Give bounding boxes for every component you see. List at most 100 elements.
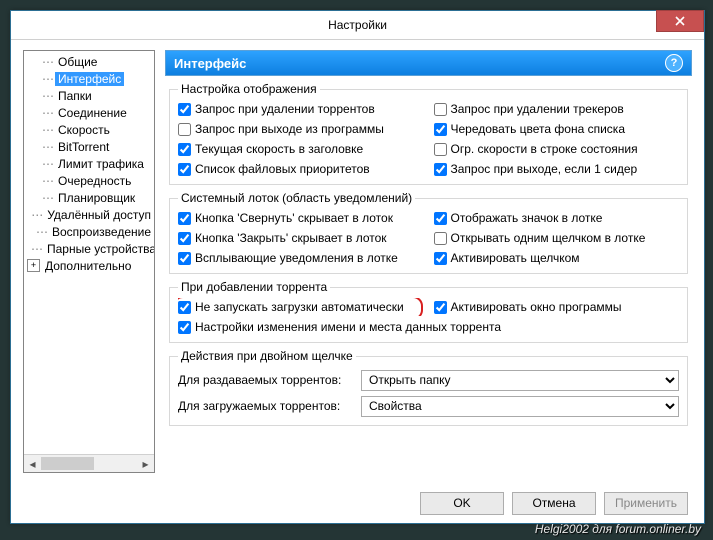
sidebar-item-10[interactable]: ⋯Воспроизведение	[24, 223, 154, 240]
sidebar-item-label: Планировщик	[55, 191, 138, 205]
group-add-torrent: При добавлении торрента Не запускать заг…	[169, 280, 688, 343]
checkbox-label[interactable]: Отображать значок в лотке	[451, 211, 603, 225]
sidebar-item-6[interactable]: ⋯Лимит трафика	[24, 155, 154, 172]
sidebar-item-label: Папки	[55, 89, 95, 103]
dblclick-select-1[interactable]: Свойства	[361, 396, 679, 417]
sidebar-item-label: Лимит трафика	[55, 157, 147, 171]
sidebar-item-0[interactable]: ⋯Общие	[24, 53, 154, 70]
close-icon	[675, 16, 685, 26]
checkbox[interactable]	[178, 252, 191, 265]
checkbox[interactable]	[178, 232, 191, 245]
category-sidebar: ⋯Общие⋯Интерфейс⋯Папки⋯Соединение⋯Скорос…	[23, 50, 155, 473]
dblclick-select-0[interactable]: Открыть папку	[361, 370, 679, 391]
checkbox[interactable]	[434, 123, 447, 136]
checkbox[interactable]	[178, 321, 191, 334]
checkbox-label[interactable]: Запрос при удалении торрентов	[195, 102, 375, 116]
settings-window: Настройки ⋯Общие⋯Интерфейс⋯Папки⋯Соедине…	[10, 10, 705, 524]
checkbox-label[interactable]: Список файловых приоритетов	[195, 162, 370, 176]
sidebar-item-label: Парные устройства	[44, 242, 154, 256]
scroll-thumb[interactable]	[41, 457, 94, 470]
tree-line-icon: ⋯	[42, 174, 53, 188]
expand-icon[interactable]: +	[27, 259, 40, 272]
checkbox[interactable]	[178, 301, 191, 314]
dblclick-label: Для загружаемых торрентов:	[178, 399, 353, 413]
tree-branch-icon	[27, 174, 40, 187]
sidebar-item-3[interactable]: ⋯Соединение	[24, 104, 154, 121]
sidebar-item-12[interactable]: +Дополнительно	[24, 257, 154, 274]
tree-branch-icon	[27, 242, 29, 255]
group-display: Настройка отображения Запрос при удалени…	[169, 82, 688, 185]
checkbox-label[interactable]: Огр. скорости в строке состояния	[451, 142, 638, 156]
checkbox[interactable]	[434, 163, 447, 176]
sidebar-item-2[interactable]: ⋯Папки	[24, 87, 154, 104]
checkbox-label[interactable]: Кнопка 'Закрыть' скрывает в лоток	[195, 231, 387, 245]
checkbox[interactable]	[434, 232, 447, 245]
checkbox-label[interactable]: Активировать щелчком	[451, 251, 580, 265]
sidebar-item-label: Воспроизведение	[49, 225, 154, 239]
sidebar-item-5[interactable]: ⋯BitTorrent	[24, 138, 154, 155]
checkbox-label[interactable]: Настройки изменения имени и места данных…	[195, 320, 501, 334]
checkbox[interactable]	[434, 103, 447, 116]
sidebar-item-7[interactable]: ⋯Очередность	[24, 172, 154, 189]
scroll-left-arrow[interactable]: ◂	[24, 455, 41, 472]
tree-branch-icon	[27, 208, 29, 221]
group-add-legend: При добавлении торрента	[178, 280, 330, 294]
checkbox[interactable]	[178, 123, 191, 136]
tree-line-icon: ⋯	[42, 55, 53, 69]
checkbox-row: Активировать окно программы	[434, 298, 680, 316]
apply-button[interactable]: Применить	[604, 492, 688, 515]
checkbox-row: Отображать значок в лотке	[434, 209, 680, 227]
checkbox[interactable]	[434, 252, 447, 265]
sidebar-item-9[interactable]: ⋯Удалённый доступ	[24, 206, 154, 223]
close-button[interactable]	[656, 10, 704, 32]
tree-line-icon: ⋯	[42, 123, 53, 137]
sidebar-item-label: BitTorrent	[55, 140, 112, 154]
checkbox[interactable]	[178, 143, 191, 156]
sidebar-horizontal-scrollbar[interactable]: ◂ ▸	[24, 454, 154, 472]
checkbox-label[interactable]: Не запускать загрузки автоматически	[195, 300, 404, 314]
checkbox-label[interactable]: Кнопка 'Свернуть' скрывает в лоток	[195, 211, 393, 225]
tree-line-icon: ⋯	[36, 225, 47, 239]
checkbox-label[interactable]: Чередовать цвета фона списка	[451, 122, 626, 136]
sidebar-item-label: Общие	[55, 55, 100, 69]
checkbox-label[interactable]: Запрос при выходе из программы	[195, 122, 384, 136]
checkbox[interactable]	[178, 212, 191, 225]
checkbox-row: Список файловых приоритетов	[178, 160, 424, 178]
group-tray-legend: Системный лоток (область уведомлений)	[178, 191, 415, 205]
checkbox-label[interactable]: Запрос при удалении трекеров	[451, 102, 624, 116]
tree-branch-icon	[27, 106, 40, 119]
tree-line-icon: ⋯	[42, 106, 53, 120]
checkbox-row: Огр. скорости в строке состояния	[434, 140, 680, 158]
tree-line-icon: ⋯	[42, 191, 53, 205]
sidebar-item-label: Дополнительно	[42, 259, 134, 273]
help-icon[interactable]: ?	[665, 54, 683, 72]
checkbox-label[interactable]: Активировать окно программы	[451, 300, 622, 314]
group-display-legend: Настройка отображения	[178, 82, 320, 96]
checkbox-label[interactable]: Текущая скорость в заголовке	[195, 142, 363, 156]
checkbox[interactable]	[178, 103, 191, 116]
checkbox-row: Текущая скорость в заголовке	[178, 140, 424, 158]
dblclick-row: Для загружаемых торрентов: Свойства	[178, 393, 679, 419]
tree-branch-icon	[27, 225, 34, 238]
scroll-right-arrow[interactable]: ▸	[137, 455, 154, 472]
checkbox-label[interactable]: Открывать одним щелчком в лотке	[451, 231, 646, 245]
sidebar-item-8[interactable]: ⋯Планировщик	[24, 189, 154, 206]
cancel-button[interactable]: Отмена	[512, 492, 596, 515]
tree-branch-icon	[27, 72, 40, 85]
category-tree[interactable]: ⋯Общие⋯Интерфейс⋯Папки⋯Соединение⋯Скорос…	[24, 51, 154, 454]
checkbox-label[interactable]: Всплывающие уведомления в лотке	[195, 251, 398, 265]
checkbox-label[interactable]: Запрос при выходе, если 1 сидер	[451, 162, 638, 176]
checkbox-row: Запрос при удалении торрентов	[178, 100, 424, 118]
checkbox[interactable]	[434, 212, 447, 225]
sidebar-item-4[interactable]: ⋯Скорость	[24, 121, 154, 138]
group-dblclick-legend: Действия при двойном щелчке	[178, 349, 356, 363]
sidebar-item-11[interactable]: ⋯Парные устройства	[24, 240, 154, 257]
scroll-track[interactable]	[41, 455, 137, 472]
checkbox[interactable]	[434, 301, 447, 314]
checkbox-row: Запрос при удалении трекеров	[434, 100, 680, 118]
sidebar-item-1[interactable]: ⋯Интерфейс	[24, 70, 154, 87]
checkbox[interactable]	[178, 163, 191, 176]
sidebar-item-label: Удалённый доступ	[44, 208, 154, 222]
ok-button[interactable]: OK	[420, 492, 504, 515]
checkbox[interactable]	[434, 143, 447, 156]
